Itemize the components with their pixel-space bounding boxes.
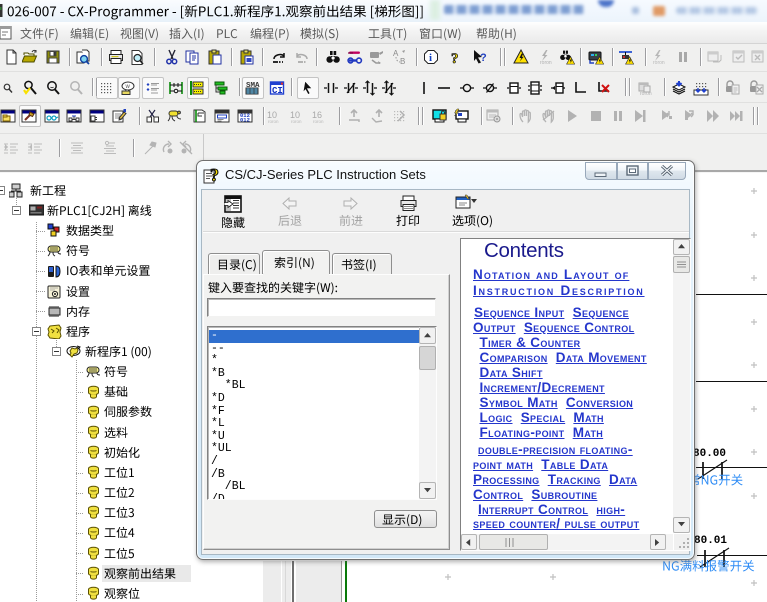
svg-text:B: B <box>400 57 405 65</box>
svg-text:CI: CI <box>272 86 283 96</box>
svg-text:roron: roron <box>313 119 324 124</box>
svg-text:roron: roron <box>291 119 302 124</box>
svg-text:roron: roron <box>540 60 552 65</box>
svg-text:roron: roron <box>653 60 665 65</box>
svg-text:roron: roron <box>268 119 279 124</box>
svg-text:012: 012 <box>240 117 250 124</box>
svg-text:w: w <box>125 84 131 90</box>
svg-text:A: A <box>393 49 399 58</box>
svg-text:roron: roron <box>640 91 652 96</box>
svg-text:?: ? <box>210 166 219 185</box>
svg-text:?: ? <box>451 51 459 65</box>
svg-text:i: i <box>429 52 432 64</box>
svg-text:?: ? <box>480 52 487 64</box>
